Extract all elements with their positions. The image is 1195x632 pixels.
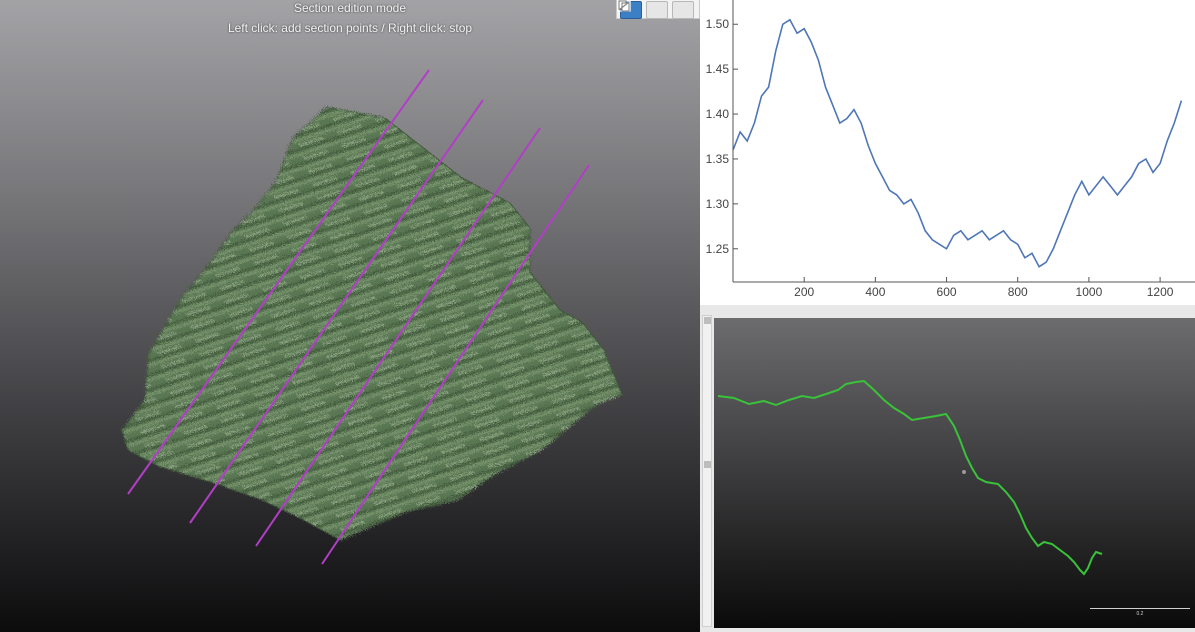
x-tick-label: 200 bbox=[794, 285, 814, 299]
edit-line-icon bbox=[618, 1, 630, 11]
rock-mesh[interactable] bbox=[121, 106, 623, 541]
x-tick-label: 1000 bbox=[1076, 285, 1103, 299]
3d-viewport[interactable]: Section edition mode Left click: add sec… bbox=[0, 0, 700, 632]
y-tick-label: 1.45 bbox=[706, 62, 730, 76]
x-tick-label: 1200 bbox=[1147, 285, 1174, 299]
section-viewer-panel: 0.2 bbox=[700, 305, 1195, 632]
section-profile-line bbox=[717, 379, 1103, 576]
profile-chart-svg: 1.25 1.30 1.35 1.40 1.45 1.50 200 400 600 800 100… bbox=[706, 0, 1195, 299]
y-tick-label: 1.40 bbox=[706, 107, 730, 121]
section-point bbox=[962, 470, 966, 474]
x-tick-label: 600 bbox=[937, 285, 957, 299]
scale-bar: 0.2 bbox=[1090, 608, 1190, 617]
x-tick-label: 400 bbox=[865, 285, 885, 299]
section-2d-view[interactable]: 0.2 bbox=[714, 318, 1195, 628]
y-tick-label: 1.35 bbox=[706, 152, 730, 166]
scene-canvas[interactable] bbox=[0, 0, 700, 632]
mode-instructions: Left click: add section points / Right c… bbox=[227, 21, 473, 35]
vertical-scrollbar[interactable] bbox=[702, 315, 712, 627]
copy-button[interactable] bbox=[618, 0, 668, 19]
y-tick-label: 1.30 bbox=[706, 197, 730, 211]
section-canvas[interactable] bbox=[714, 318, 1195, 628]
scroll-up-icon[interactable] bbox=[704, 317, 711, 324]
scale-label: 0.2 bbox=[1136, 611, 1144, 617]
profile-series-line bbox=[732, 18, 1183, 268]
y-tick-label: 1.25 bbox=[706, 242, 730, 256]
edit-line-button[interactable] bbox=[618, 1, 694, 19]
scroll-middle-handle[interactable] bbox=[704, 461, 711, 468]
x-tick-label: 800 bbox=[1008, 285, 1028, 299]
section-toolbar bbox=[616, 0, 700, 19]
y-tick-label: 1.50 bbox=[706, 17, 730, 31]
profile-chart: 1.25 1.30 1.35 1.40 1.45 1.50 200 400 600 800 100… bbox=[700, 0, 1195, 305]
mode-title: Section edition mode bbox=[293, 1, 407, 15]
